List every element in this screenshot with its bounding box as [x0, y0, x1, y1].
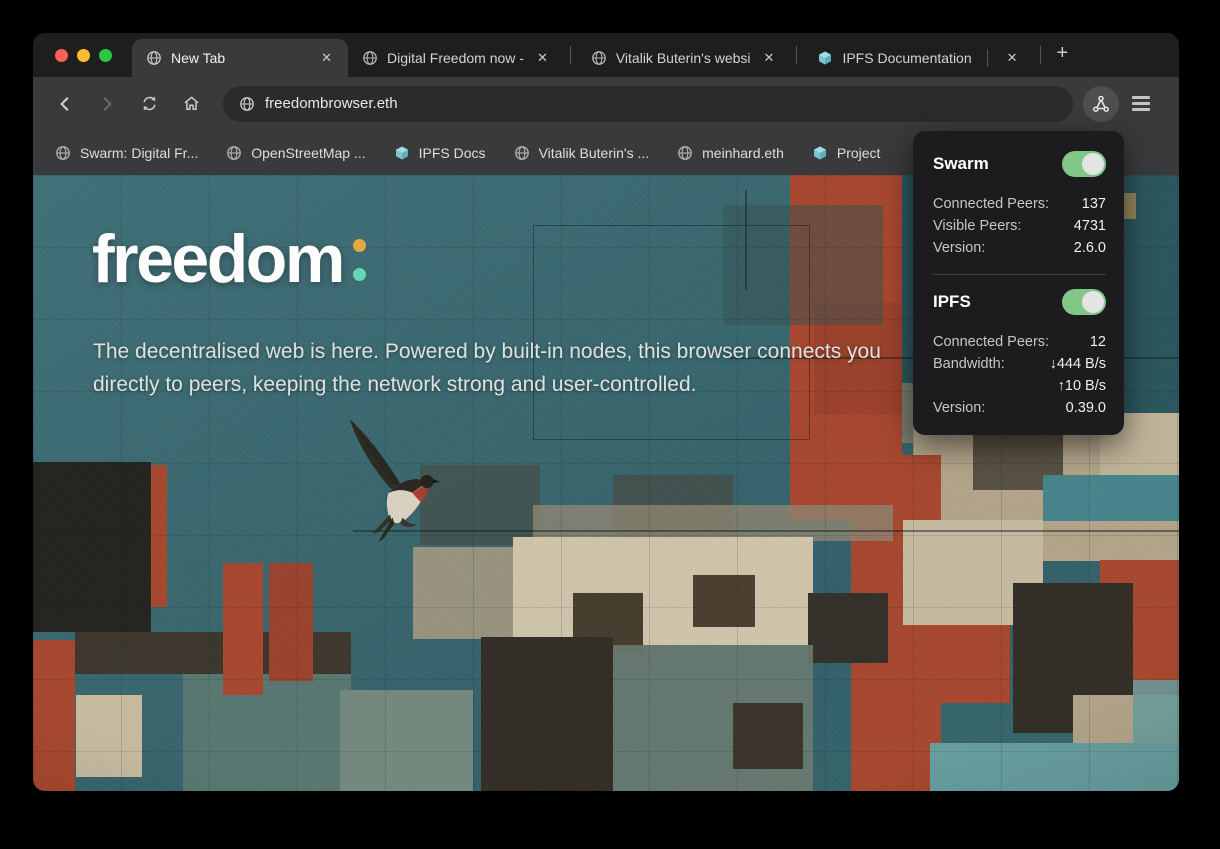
tab-strip: New Tab ✕ Digital Freedom now - ✕ Vitali… [33, 33, 1179, 77]
ipfs-section-header: IPFS [933, 289, 1106, 315]
ipfs-cube-icon [394, 145, 410, 161]
stat-label: Bandwidth: [933, 353, 1005, 375]
tab-close-button[interactable]: ✕ [317, 48, 336, 68]
close-window-button[interactable] [55, 49, 68, 62]
tab-close-button[interactable]: ✕ [533, 48, 552, 68]
swarm-toggle[interactable] [1062, 151, 1106, 177]
tab-label: Digital Freedom now - [387, 50, 524, 66]
stat-label: Version: [933, 397, 985, 419]
stat-row: Connected Peers: 12 [933, 331, 1106, 353]
tab-separator [570, 46, 571, 64]
tab-separator [796, 46, 797, 64]
globe-icon [146, 50, 162, 66]
logo-dot-mint [353, 268, 366, 281]
maximize-window-button[interactable] [99, 49, 112, 62]
tab-label: Vitalik Buterin's websi [616, 50, 751, 66]
browser-window: New Tab ✕ Digital Freedom now - ✕ Vitali… [33, 33, 1179, 791]
back-button[interactable] [47, 86, 83, 122]
globe-icon [55, 145, 71, 161]
refresh-icon [140, 94, 159, 113]
bookmark-meinhard[interactable]: meinhard.eth [677, 145, 784, 161]
stat-row: ↑10 B/s [933, 375, 1106, 397]
globe-icon [226, 145, 242, 161]
traffic-lights [33, 33, 132, 77]
bookmark-vitalik[interactable]: Vitalik Buterin's ... [514, 145, 650, 161]
url-text: freedombrowser.eth [265, 95, 398, 112]
tab-close-button[interactable]: ✕ [1003, 48, 1022, 68]
ipfs-title: IPFS [933, 292, 971, 312]
stat-value: ↓444 B/s [1050, 353, 1106, 375]
tab-close-button[interactable]: ✕ [760, 48, 779, 68]
stat-label: Visible Peers: [933, 215, 1021, 237]
toggle-knob [1082, 153, 1104, 175]
globe-icon [362, 50, 378, 66]
globe-icon [514, 145, 530, 161]
swarm-title: Swarm [933, 154, 989, 174]
hero-tagline: The decentralised web is here. Powered b… [93, 335, 913, 401]
tab-new-tab[interactable]: New Tab ✕ [132, 39, 348, 77]
menu-button[interactable] [1123, 86, 1159, 122]
globe-icon [677, 145, 693, 161]
stat-row: Bandwidth: ↓444 B/s [933, 353, 1106, 375]
toggle-knob [1082, 291, 1104, 313]
ipfs-cube-icon [817, 50, 833, 66]
bookmark-label: meinhard.eth [702, 145, 784, 161]
stat-value: 2.6.0 [1074, 237, 1106, 259]
tab-separator [1040, 46, 1041, 64]
globe-icon [239, 96, 255, 112]
tab-label: New Tab [171, 50, 308, 66]
stat-value: 4731 [1074, 215, 1106, 237]
forward-button[interactable] [89, 86, 125, 122]
bookmark-label: OpenStreetMap ... [251, 145, 365, 161]
globe-icon [591, 50, 607, 66]
stat-row: Visible Peers: 4731 [933, 215, 1106, 237]
logo-colon [353, 239, 366, 281]
popup-divider [933, 274, 1106, 275]
bookmark-ipfs-docs[interactable]: IPFS Docs [394, 145, 486, 161]
stat-label: Connected Peers: [933, 331, 1049, 353]
stat-value: 0.39.0 [1066, 397, 1106, 419]
stat-row: Connected Peers: 137 [933, 193, 1106, 215]
chevron-left-icon [56, 95, 74, 113]
tab-vitalik[interactable]: Vitalik Buterin's websi ✕ [577, 39, 791, 77]
navigation-toolbar: freedombrowser.eth [33, 77, 1179, 130]
home-button[interactable] [173, 86, 209, 122]
bookmark-label: Swarm: Digital Fr... [80, 145, 198, 161]
bookmark-project[interactable]: Project [812, 145, 881, 161]
stat-value: 137 [1082, 193, 1106, 215]
logo-dot-orange [353, 239, 366, 252]
tab-separator [987, 49, 988, 67]
bookmark-label: IPFS Docs [419, 145, 486, 161]
url-bar[interactable]: freedombrowser.eth [223, 86, 1073, 122]
swallow-bird-illustration [341, 417, 449, 549]
ipfs-cube-icon [812, 145, 828, 161]
chevron-right-icon [98, 95, 116, 113]
stat-label: Connected Peers: [933, 193, 1049, 215]
node-status-popup: Swarm Connected Peers: 137 Visible Peers… [913, 131, 1124, 435]
freedom-logo: freedom [92, 225, 366, 293]
home-icon [182, 94, 201, 113]
bookmark-label: Project [837, 145, 881, 161]
hamburger-icon [1132, 96, 1150, 110]
tab-digital-freedom[interactable]: Digital Freedom now - ✕ [348, 39, 564, 77]
node-status-button[interactable] [1083, 86, 1119, 122]
refresh-button[interactable] [131, 86, 167, 122]
stat-value: ↑10 B/s [1058, 375, 1106, 397]
stat-row: Version: 0.39.0 [933, 397, 1106, 419]
ipfs-toggle[interactable] [1062, 289, 1106, 315]
bookmark-openstreetmap[interactable]: OpenStreetMap ... [226, 145, 365, 161]
bookmark-label: Vitalik Buterin's ... [539, 145, 650, 161]
tab-label: IPFS Documentation [842, 50, 971, 66]
stat-label: Version: [933, 237, 985, 259]
stat-value: 12 [1090, 331, 1106, 353]
bookmark-swarm[interactable]: Swarm: Digital Fr... [55, 145, 198, 161]
new-tab-button[interactable]: + [1047, 42, 1079, 65]
network-nodes-icon [1091, 94, 1111, 114]
minimize-window-button[interactable] [77, 49, 90, 62]
stat-row: Version: 2.6.0 [933, 237, 1106, 259]
logo-wordmark: freedom [92, 225, 343, 293]
swarm-section-header: Swarm [933, 151, 1106, 177]
tab-ipfs-docs[interactable]: IPFS Documentation ✕ [803, 39, 1033, 77]
